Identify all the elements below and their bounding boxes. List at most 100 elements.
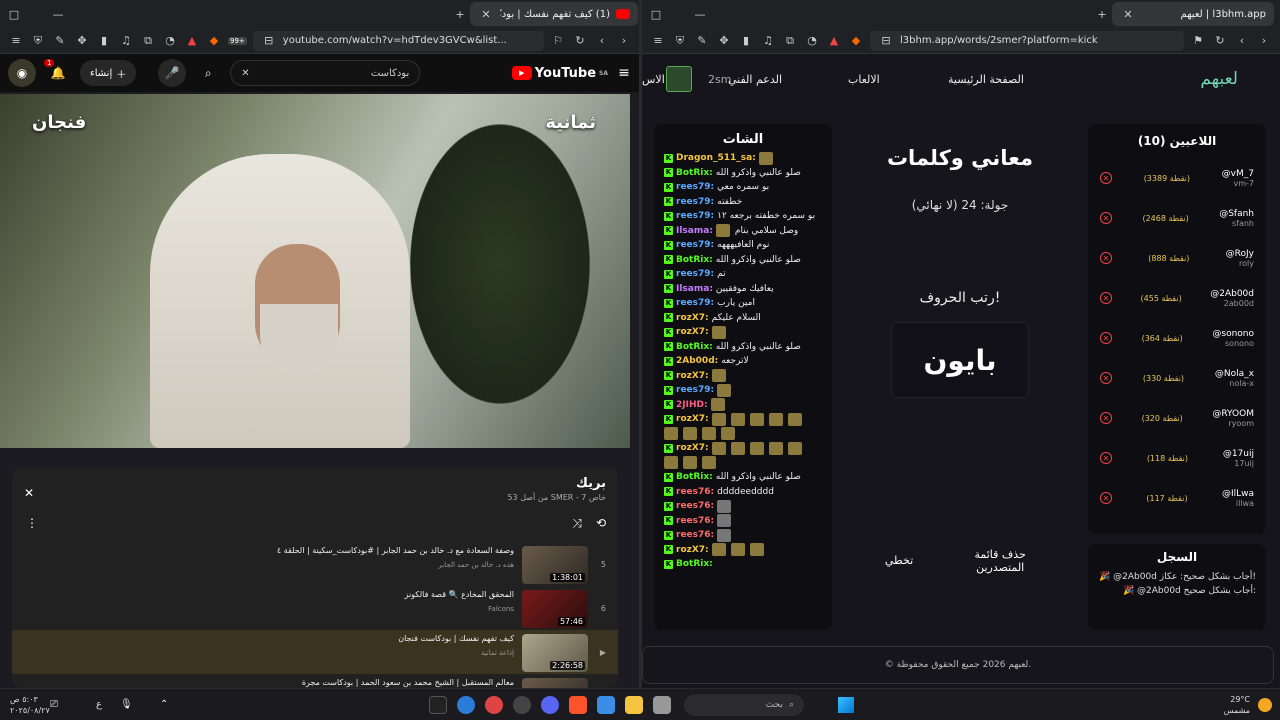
video-thumbnail[interactable]: 1:38:01 <box>522 546 588 584</box>
store-icon[interactable] <box>597 695 615 714</box>
chat-username[interactable]: rozX7: <box>676 325 709 340</box>
notifications-icon[interactable]: 🔔 1 <box>44 59 72 87</box>
warning-icon[interactable]: ▲ <box>184 33 200 49</box>
reload-icon[interactable]: ↻ <box>1212 33 1228 49</box>
epic-games-icon[interactable] <box>429 695 447 714</box>
chat-username[interactable]: rees79: <box>676 180 714 195</box>
skip-button[interactable]: تخطي <box>885 548 913 574</box>
language-indicator[interactable]: ع <box>96 699 102 710</box>
address-bar[interactable]: ⊟ youtube.com/watch?v=hdTdev3GVCw&list..… <box>252 30 544 51</box>
remove-player-icon[interactable]: ✕ <box>1100 492 1112 504</box>
youtube-logo[interactable]: ▶ YouTube SA <box>511 66 608 81</box>
chat-username[interactable]: rees79: <box>676 296 714 311</box>
screenshot-icon[interactable]: ⧉ <box>782 33 798 49</box>
warning-icon[interactable]: ▲ <box>826 33 842 49</box>
steam-icon[interactable] <box>513 695 531 714</box>
site-info-icon[interactable]: ⊟ <box>878 33 894 49</box>
nav-support[interactable]: الدعم الفني <box>728 73 782 86</box>
chat-username[interactable]: rozX7: <box>676 543 709 558</box>
app-icon[interactable] <box>485 695 503 714</box>
chat-username[interactable]: rozX7: <box>676 441 709 456</box>
chat-username[interactable]: rees79: <box>676 238 714 253</box>
more-options-icon[interactable]: ⋮ <box>26 516 38 530</box>
brave-shield-icon[interactable]: ◆ <box>206 33 222 49</box>
reader-icon[interactable]: ▮ <box>96 33 112 49</box>
hamburger-menu-icon[interactable]: ≡ <box>616 65 632 81</box>
extension-icon[interactable]: ✎ <box>694 33 710 49</box>
wallet-icon[interactable]: ◔ <box>804 33 820 49</box>
chat-username[interactable]: BotRix: <box>676 470 713 485</box>
new-tab-icon[interactable]: + <box>452 6 468 22</box>
list-item[interactable]: 5 1:38:01 وصفة السعادة مع د. خالد بن حمد… <box>12 542 618 586</box>
remove-player-icon[interactable]: ✕ <box>1100 332 1112 344</box>
shield-icon[interactable]: ⛨ <box>30 33 46 49</box>
loop-icon[interactable]: ⟲ <box>596 516 606 530</box>
voice-search-icon[interactable]: 🎤 <box>158 59 187 87</box>
remove-player-icon[interactable]: ✕ <box>1100 252 1112 264</box>
brave-shield-icon[interactable]: ◆ <box>848 33 864 49</box>
chat-username[interactable]: rees79: <box>676 209 714 224</box>
reload-icon[interactable]: ↻ <box>572 33 588 49</box>
shield-icon[interactable]: ⛨ <box>672 33 688 49</box>
chat-username[interactable]: BotRix: <box>676 557 713 572</box>
minimize-icon[interactable]: — <box>692 6 708 22</box>
music-icon[interactable]: ♫ <box>118 33 134 49</box>
chat-username[interactable]: rees76: <box>676 528 714 543</box>
chat-username[interactable]: BotRix: <box>676 166 713 181</box>
address-bar[interactable]: ⊟ l3bhm.app/words/2smer?platform=kick <box>870 30 1184 51</box>
nav-games[interactable]: الالعاب <box>848 73 880 86</box>
chat-username[interactable]: 2Ab00d: <box>676 354 718 369</box>
chat-username[interactable]: rozX7: <box>676 369 709 384</box>
brave-icon[interactable] <box>569 695 587 714</box>
site-info-icon[interactable]: ⊟ <box>261 33 277 49</box>
create-button[interactable]: إنشاء ＋ <box>80 60 137 86</box>
chat-username[interactable]: Dragon_511_sa: <box>676 151 756 166</box>
chat-username[interactable]: rees79: <box>676 195 714 210</box>
shuffle-icon[interactable]: ⤨ <box>572 516 582 531</box>
bookmark-icon[interactable]: ⚐ <box>550 33 566 49</box>
video-thumbnail[interactable]: 57:46 <box>522 590 588 628</box>
nav-cut-link[interactable]: الاس <box>642 73 665 86</box>
back-icon[interactable]: ‹ <box>594 33 610 49</box>
chat-username[interactable]: rozX7: <box>676 311 709 326</box>
chrome-icon[interactable] <box>457 695 475 714</box>
remove-player-icon[interactable]: ✕ <box>1100 372 1112 384</box>
chat-username[interactable]: BotRix: <box>676 340 713 355</box>
close-playlist-icon[interactable]: ✕ <box>24 486 34 500</box>
list-item[interactable]: 6 57:46 المحقق المخادع 🔍 قصة فالكونز Falc… <box>12 586 618 630</box>
chat-username[interactable]: Ilsama: <box>676 224 713 239</box>
file-explorer-icon[interactable] <box>625 695 643 714</box>
extension-icon[interactable]: ✎ <box>52 33 68 49</box>
taskbar-search[interactable]: بحث ⌕ <box>684 693 804 716</box>
back-icon[interactable]: ‹ <box>1234 33 1250 49</box>
game-tab[interactable]: ✕ لعبهم | l3bhm.app <box>1112 2 1274 26</box>
screenshot-icon[interactable]: ⧉ <box>140 33 156 49</box>
chat-username[interactable]: rozX7: <box>676 412 709 427</box>
chat-username[interactable]: rees76: <box>676 499 714 514</box>
site-logo[interactable]: لعبهم <box>1200 69 1238 89</box>
video-thumbnail[interactable]: 2:26:58 <box>522 634 588 672</box>
video-player[interactable]: فنجان ثمانية <box>0 94 630 448</box>
list-item[interactable]: معالم المستقبل | الشيخ محمد بن سعود الحم… <box>12 674 618 688</box>
remove-player-icon[interactable]: ✕ <box>1100 172 1112 184</box>
remove-player-icon[interactable]: ✕ <box>1100 212 1112 224</box>
avatar[interactable]: ◉ <box>8 59 36 87</box>
search-icon[interactable]: ⌕ <box>194 59 222 87</box>
puzzle-icon[interactable]: ✥ <box>716 33 732 49</box>
youtube-tab[interactable]: ✕ (1) كيف تفهم نفسك | بودكاست... <box>470 2 638 26</box>
video-thumbnail[interactable] <box>522 678 588 688</box>
chat-username[interactable]: rees79: <box>676 267 714 282</box>
windows-start-icon[interactable] <box>838 696 854 713</box>
close-icon[interactable]: ✕ <box>478 6 494 22</box>
search-input[interactable]: ✕ بودكاست <box>230 60 421 86</box>
chat-username[interactable]: rees76: <box>676 514 714 529</box>
new-tab-icon[interactable]: + <box>1094 6 1110 22</box>
bookmark-icon[interactable]: ⚑ <box>1190 33 1206 49</box>
minimize-icon[interactable]: — <box>50 6 66 22</box>
nav-home[interactable]: الصفحة الرئيسية <box>948 73 1024 86</box>
tray-expand-icon[interactable]: ⌃ <box>160 699 168 710</box>
chat-username[interactable]: 2JIHD: <box>676 398 708 413</box>
music-icon[interactable]: ♫ <box>760 33 776 49</box>
chat-username[interactable]: rees79: <box>676 383 714 398</box>
task-view-icon[interactable] <box>653 695 671 714</box>
